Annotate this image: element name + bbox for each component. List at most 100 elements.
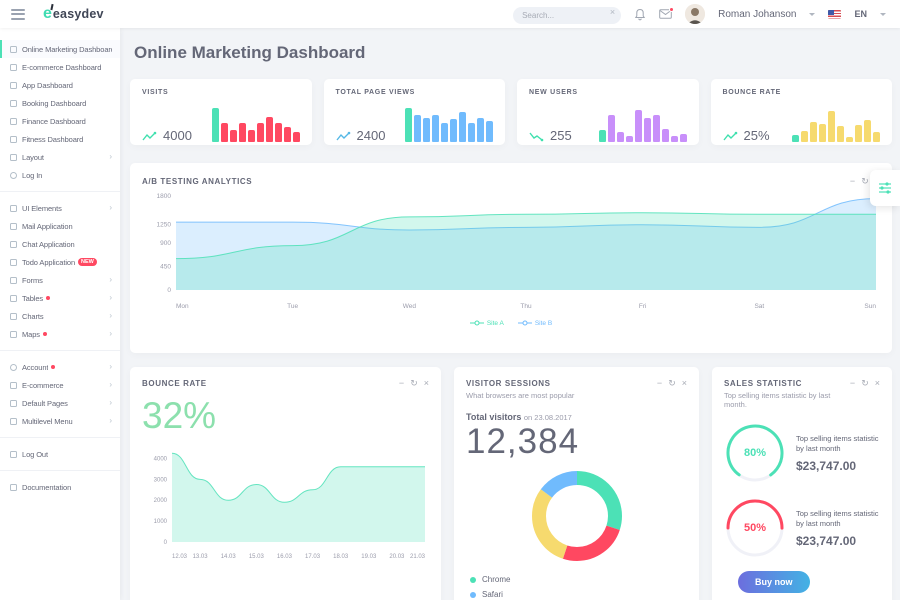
stat-value: 2400 — [357, 129, 386, 142]
bar — [486, 121, 493, 142]
sidebar-item-documentation[interactable]: Documentation — [0, 478, 120, 496]
file-icon — [10, 400, 17, 407]
sidebar-item-multilevel-menu[interactable]: Multilevel Menu› — [0, 412, 120, 430]
search-clear-icon[interactable]: × — [610, 7, 615, 17]
sidebar-item-label: Todo Application — [22, 258, 75, 267]
user-name[interactable]: Roman Johanson — [718, 9, 796, 20]
heart-icon — [10, 136, 17, 143]
chevron-right-icon: › — [109, 153, 112, 161]
envelope-icon — [10, 223, 17, 230]
notification-dot — [43, 332, 47, 336]
sidebar-item-finance-dashboard[interactable]: Finance Dashboard — [0, 112, 120, 130]
bar — [828, 111, 835, 142]
language-selector[interactable]: EN — [854, 9, 867, 19]
sidebar-item-label: Log Out — [22, 450, 48, 459]
close-icon[interactable]: × — [424, 379, 429, 388]
theme-customizer-button[interactable] — [870, 170, 900, 206]
refresh-icon[interactable]: ↻ — [410, 379, 418, 388]
legend-item-site-b: Site B — [518, 319, 552, 327]
hamburger-menu-icon[interactable] — [11, 6, 25, 22]
bar — [239, 123, 246, 142]
sidebar-item-booking-dashboard[interactable]: Booking Dashboard — [0, 94, 120, 112]
ring-description: Top selling items statistic by last mont… — [796, 434, 884, 454]
bar — [810, 122, 817, 142]
chevron-down-icon[interactable] — [809, 13, 815, 16]
sidebar-item-fitness-dashboard[interactable]: Fitness Dashboard — [0, 130, 120, 148]
new-badge: NEW — [78, 258, 97, 266]
sidebar-item-log-in[interactable]: Log In — [0, 166, 120, 184]
bounce-rate-area-chart: 0100020003000400012.0313.0314.0315.0316.… — [142, 438, 429, 565]
buy-now-button[interactable]: Buy now — [738, 571, 810, 593]
mini-bar-chart — [212, 108, 300, 142]
svg-text:17.03: 17.03 — [305, 554, 321, 560]
sidebar-item-chat-application[interactable]: Chat Application — [0, 235, 120, 253]
sidebar-item-e-commerce[interactable]: E-commerce› — [0, 376, 120, 394]
legend-marker-icon — [518, 319, 532, 327]
sidebar-item-e-commerce-dashboard[interactable]: E-commerce Dashboard — [0, 58, 120, 76]
bar — [617, 132, 624, 142]
close-icon[interactable]: × — [875, 379, 880, 388]
minimize-icon[interactable]: − — [657, 379, 662, 388]
sidebar-item-label: Multilevel Menu — [22, 417, 73, 426]
refresh-icon[interactable]: ↻ — [861, 379, 869, 388]
minimize-icon[interactable]: − — [850, 177, 855, 186]
visitor-sessions-panel: VISITOR SESSIONS What browsers are most … — [454, 367, 699, 600]
user-icon — [10, 172, 17, 179]
sidebar-item-tables[interactable]: Tables› — [0, 289, 120, 307]
sidebar-item-layout[interactable]: Layout› — [0, 148, 120, 166]
bar — [414, 115, 421, 142]
close-icon[interactable]: × — [682, 379, 687, 388]
search-input[interactable] — [513, 7, 621, 24]
bar — [468, 123, 475, 142]
notifications-bell-icon[interactable] — [634, 8, 646, 21]
panel-subtitle: What browsers are most popular — [466, 391, 574, 400]
main-content: Online Marketing Dashboard VISITS4000TOT… — [120, 28, 900, 600]
sidebar-item-log-out[interactable]: Log Out — [0, 445, 120, 463]
sidebar-item-default-pages[interactable]: Default Pages› — [0, 394, 120, 412]
minimize-icon[interactable]: − — [399, 379, 404, 388]
chevron-right-icon: › — [109, 294, 112, 302]
bar — [873, 132, 880, 142]
sidebar-item-label: Documentation — [22, 483, 71, 492]
ring-amount: $23,747.00 — [796, 534, 884, 548]
chevron-right-icon: › — [109, 330, 112, 338]
sidebar-item-forms[interactable]: Forms› — [0, 271, 120, 289]
sidebar-item-maps[interactable]: Maps› — [0, 325, 120, 343]
minimize-icon[interactable]: − — [850, 379, 855, 388]
bar — [230, 130, 237, 142]
stat-title: VISITS — [142, 89, 300, 96]
stat-value: 4000 — [163, 129, 192, 142]
sidebar-item-charts[interactable]: Charts› — [0, 307, 120, 325]
legend-label: Chrome — [482, 575, 510, 584]
svg-text:15.03: 15.03 — [249, 554, 265, 560]
sidebar-item-online-marketing-dashboard[interactable]: Online Marketing Dashboard — [0, 40, 120, 58]
ab-testing-analytics-panel: A/B TESTING ANALYTICS −↻× 04509001250180… — [130, 163, 892, 353]
svg-text:14.03: 14.03 — [221, 554, 237, 560]
sidebar-item-account[interactable]: Account› — [0, 358, 120, 376]
chevron-down-icon[interactable] — [880, 13, 886, 16]
svg-text:20.03: 20.03 — [389, 554, 405, 560]
sidebar-item-mail-application[interactable]: Mail Application — [0, 217, 120, 235]
sidebar-item-ui-elements[interactable]: UI Elements› — [0, 199, 120, 217]
sales-statistic-panel: SALES STATISTIC Top selling items statis… — [712, 367, 892, 600]
sidebar-item-app-dashboard[interactable]: App Dashboard — [0, 76, 120, 94]
refresh-icon[interactable]: ↻ — [861, 177, 869, 186]
bar — [680, 134, 687, 143]
chevron-right-icon: › — [109, 381, 112, 389]
cart-icon — [10, 64, 17, 71]
refresh-icon[interactable]: ↻ — [668, 379, 676, 388]
diamond-icon — [10, 205, 17, 212]
sidebar-item-todo-application[interactable]: Todo ApplicationNEW — [0, 253, 120, 271]
bar — [671, 136, 678, 142]
svg-text:4000: 4000 — [154, 456, 168, 462]
bar-chart-icon — [10, 313, 17, 320]
trend-down-icon — [529, 131, 544, 142]
mail-icon[interactable] — [659, 9, 672, 19]
file-icon — [10, 277, 17, 284]
bar — [423, 118, 430, 142]
user-avatar[interactable] — [685, 4, 705, 24]
smartphone-icon — [10, 82, 17, 89]
flag-icon — [828, 10, 841, 19]
legend-dot-icon — [470, 577, 476, 583]
sidebar-item-label: UI Elements — [22, 204, 62, 213]
